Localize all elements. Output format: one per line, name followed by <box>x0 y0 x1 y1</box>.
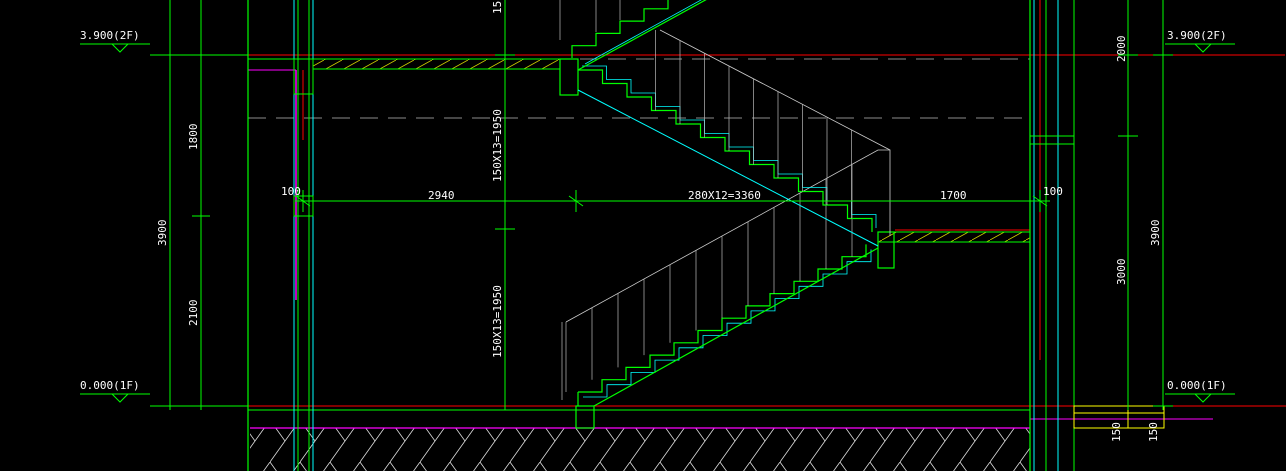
ground-hatch <box>250 427 1030 471</box>
level-label-left-2f: 3.900(2F) <box>80 29 140 42</box>
dim-left-inner-top: 1800 <box>187 124 200 151</box>
dim-left-inner-bottom: 2100 <box>187 300 200 327</box>
upper-flight-treads <box>578 69 873 232</box>
lower-flight-handrail <box>565 149 891 323</box>
dim-landing-left: 2940 <box>428 189 455 202</box>
upper-flight-handrail <box>659 29 891 151</box>
dim-left-outer: 3900 <box>156 220 169 247</box>
right-wall <box>1029 0 1165 471</box>
base-block <box>575 405 595 429</box>
level-lines <box>248 54 1286 420</box>
left-dimension-lines <box>80 0 248 410</box>
dim-right-inner-bottom: 3000 <box>1115 259 1128 286</box>
dim-wall-left: 100 <box>281 185 301 198</box>
upper-flight-soffit <box>577 89 879 247</box>
top-flight-soffit <box>577 0 707 71</box>
level-label-left-1f: 0.000(1F) <box>80 379 140 392</box>
stair-section-drawing: 3.900(2F) 0.000(1F) 3.900(2F) 0.000(1F) … <box>80 0 1286 471</box>
stair-flights <box>559 0 891 407</box>
dim-right-inner-top: 2000 <box>1115 36 1128 63</box>
dim-ground-a: 150 <box>1110 422 1123 442</box>
level-label-right-1f: 0.000(1F) <box>1167 379 1227 392</box>
dim-landing-right: 1700 <box>940 189 967 202</box>
lower-flight-soffit <box>593 247 879 407</box>
dim-flight-run: 280X12=3360 <box>688 189 761 202</box>
middle-landing-slab <box>877 231 1031 269</box>
right-dimension-lines <box>1118 0 1235 410</box>
left-wall <box>247 0 314 471</box>
top-flight-treads <box>571 0 669 58</box>
dim-wall-right: 100 <box>1043 185 1063 198</box>
dim-upper-flight: 150X13=1950 <box>491 109 504 182</box>
upper-landing-slab <box>312 58 579 96</box>
horizontal-dimension-line <box>295 190 1050 212</box>
dim-lower-flight: 150X13=1950 <box>491 285 504 358</box>
dim-ground-b: 150 <box>1147 422 1160 442</box>
dim-right-outer: 3900 <box>1149 220 1162 247</box>
level-label-right-2f: 3.900(2F) <box>1167 29 1227 42</box>
dim-top-cut: 150 <box>491 0 504 14</box>
